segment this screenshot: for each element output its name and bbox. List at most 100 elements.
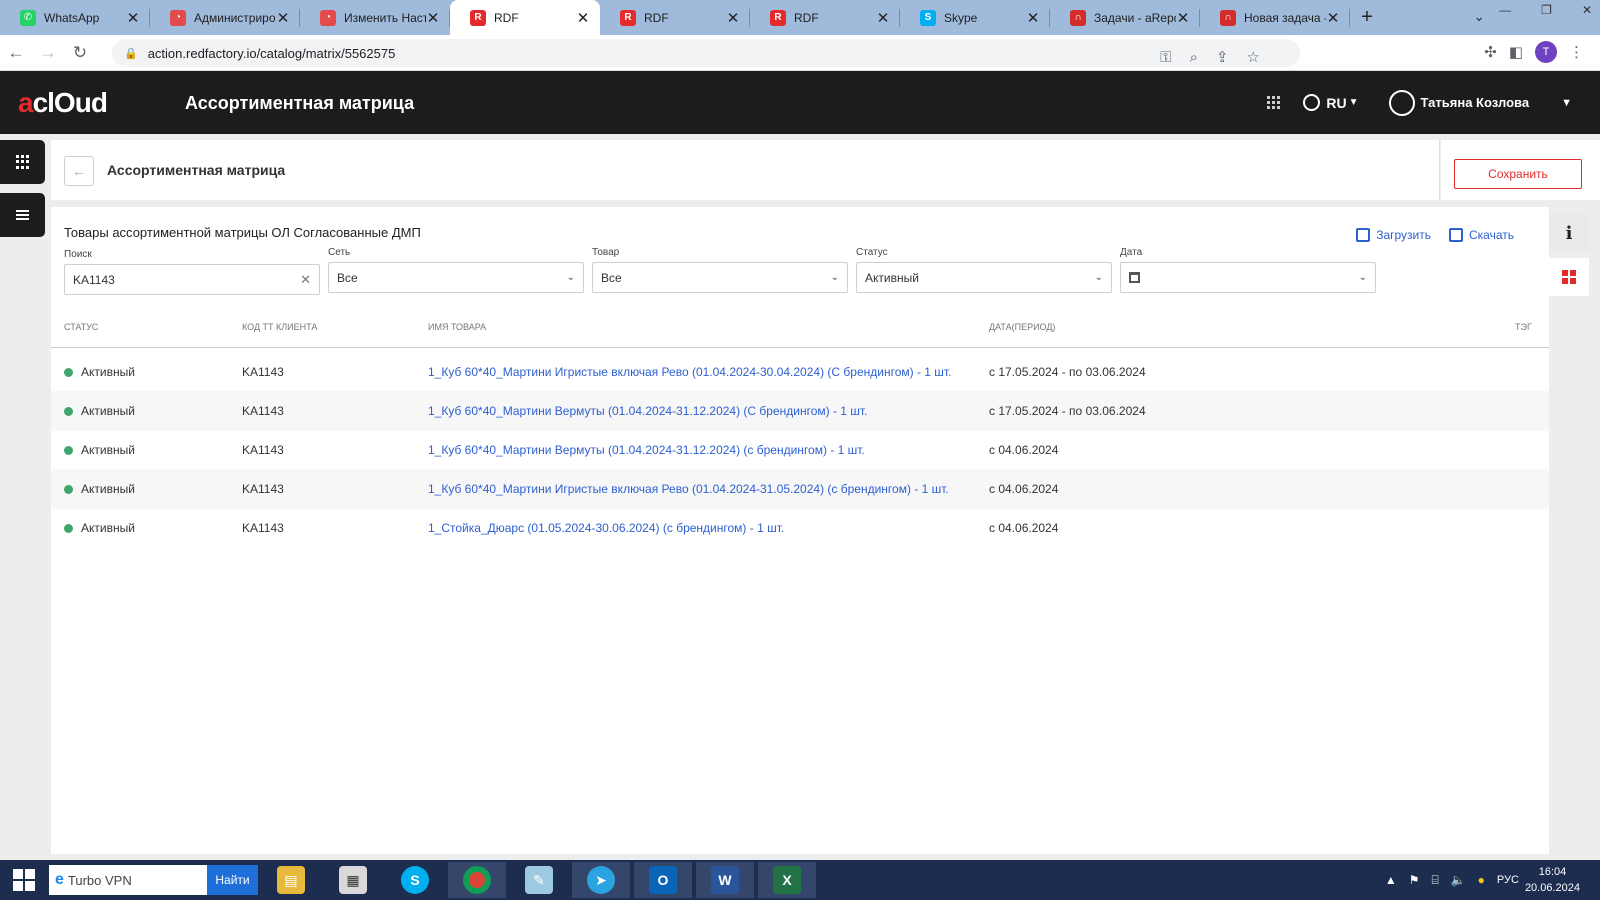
share-icon[interactable]: ⇪ [1216, 48, 1229, 66]
modules-menu-button[interactable] [0, 140, 45, 184]
info-icon[interactable]: i [1549, 214, 1589, 252]
row-product-link[interactable]: 1_Куб 60*40_Мартини Вермуты (01.04.2024-… [428, 404, 867, 418]
network-select[interactable]: Все ⌄ [328, 262, 584, 293]
row-product-link[interactable]: 1_Куб 60*40_Мартини Вермуты (01.04.2024-… [428, 443, 865, 457]
taskbar-explorer[interactable]: ▤ [262, 862, 320, 898]
vpn-tray-icon[interactable]: ● [1478, 873, 1485, 887]
browser-tab[interactable]: R RDF ✕ [450, 0, 600, 35]
restore-icon[interactable]: ❐ [1541, 0, 1552, 20]
row-date-period: с 04.06.2024 [989, 482, 1059, 496]
tab-close-icon[interactable]: ✕ [876, 9, 890, 27]
tab-close-icon[interactable]: ✕ [1026, 9, 1040, 27]
product-select[interactable]: Все ⌄ [592, 262, 848, 293]
right-side-panel: i [1549, 214, 1589, 296]
tab-close-icon[interactable]: ✕ [1326, 9, 1340, 27]
tab-title: RDF [794, 10, 819, 25]
taskbar-chrome[interactable] [448, 862, 506, 898]
taskbar-search-input[interactable]: e Turbo VPN [49, 865, 207, 895]
address-url[interactable]: action.redfactory.io/catalog/matrix/5562… [148, 46, 396, 61]
chrome-icon [463, 866, 491, 894]
taskbar-outlook[interactable]: O [634, 862, 692, 898]
taskbar-skype[interactable]: S [386, 862, 444, 898]
forward-arrow-icon[interactable]: → [32, 43, 64, 63]
network-icon[interactable]: ⌸ [1432, 873, 1439, 888]
input-language[interactable]: РУС [1497, 874, 1519, 886]
tab-close-icon[interactable]: ✕ [1176, 9, 1190, 27]
tab-favicon-icon: R [770, 9, 786, 26]
tab-title: RDF [644, 10, 669, 25]
app-title: Ассортиментная матрица [185, 93, 415, 113]
new-tab-icon[interactable]: + [1350, 0, 1384, 35]
table-row[interactable]: Активный KA1143 1_Стойка_Дюарс (01.05.2024… [51, 508, 1549, 548]
notepad-icon: ✎ [525, 866, 553, 894]
browser-tab[interactable]: R RDF ✕ [750, 0, 900, 35]
user-menu[interactable]: Татьяна Козлова ▼ [1388, 89, 1572, 116]
taskbar-telegram[interactable]: ➤ [572, 862, 630, 898]
tab-close-icon[interactable]: ✕ [726, 9, 740, 27]
reload-icon[interactable]: ↻ [64, 43, 96, 63]
col-date-period[interactable]: Дата(период) [989, 322, 1055, 332]
browser-tab[interactable]: R RDF ✕ [600, 0, 750, 35]
row-product-link[interactable]: 1_Стойка_Дюарс (01.05.2024-30.06.2024) (… [428, 521, 784, 535]
table-row[interactable]: Активный KA1143 1_Куб 60*40_Мартини Вермут… [51, 391, 1549, 431]
tab-title: Skype [944, 10, 978, 25]
save-button[interactable]: Сохранить [1454, 159, 1582, 189]
side-panel-icon[interactable]: ◧ [1509, 43, 1523, 61]
widgets-button[interactable] [1549, 258, 1589, 296]
key-icon[interactable]: ⚿ [1160, 49, 1171, 66]
taskbar-find-button[interactable]: Найти [207, 865, 258, 895]
table-row[interactable]: Активный KA1143 1_Куб 60*40_Мартини Игрист… [51, 352, 1549, 392]
bookmark-star-icon[interactable]: ☆ [1247, 48, 1260, 66]
tab-close-icon[interactable]: ✕ [426, 9, 440, 27]
col-client-code[interactable]: Код ТТ клиента [242, 322, 317, 332]
acloud-logo[interactable]: aclOud [18, 87, 108, 119]
taskbar-notepad[interactable]: ✎ [510, 862, 568, 898]
clear-icon[interactable]: ✕ [300, 272, 311, 288]
col-tag[interactable]: Тэг [1515, 322, 1532, 332]
taskbar-calculator[interactable]: ▦ [324, 862, 382, 898]
browser-tab[interactable]: S Skype ✕ [900, 0, 1050, 35]
table-row[interactable]: Активный KA1143 1_Куб 60*40_Мартини Игрист… [51, 469, 1549, 509]
browser-tab[interactable]: ◔ Администрирование✕ [150, 0, 300, 35]
network-error-icon[interactable]: ⚑ [1409, 873, 1420, 887]
tab-close-icon[interactable]: ✕ [126, 9, 140, 27]
browser-tab[interactable]: ∩ Задачи - aReport✕ [1050, 0, 1200, 35]
tab-title: Изменить Настройки [344, 10, 426, 25]
start-button[interactable] [0, 860, 48, 900]
tab-close-icon[interactable]: ✕ [576, 9, 590, 27]
apps-grid-icon[interactable] [1267, 95, 1281, 110]
close-window-icon[interactable]: ✕ [1582, 0, 1592, 20]
status-select[interactable]: Активный ⌄ [856, 262, 1112, 293]
row-product-link[interactable]: 1_Куб 60*40_Мартини Игристые включая Рев… [428, 482, 949, 496]
tab-close-icon[interactable]: ✕ [276, 9, 290, 27]
system-clock[interactable]: 16:04 20.06.2024 [1525, 864, 1580, 896]
back-button[interactable]: ← [64, 156, 94, 186]
browser-tab[interactable]: ◔ Изменить Настройки✕ [300, 0, 450, 35]
back-arrow-icon[interactable]: ← [0, 43, 32, 63]
browser-tab[interactable]: ∩ Новая задача - aReport✕ [1200, 0, 1350, 35]
col-status[interactable]: Статус [64, 322, 98, 332]
date-picker[interactable]: ⌄ [1120, 262, 1376, 293]
table-row[interactable]: Активный KA1143 1_Куб 60*40_Мартини Вермут… [51, 430, 1549, 470]
tray-expand-icon[interactable]: ▲ [1385, 873, 1397, 887]
taskbar-excel[interactable]: X [758, 862, 816, 898]
sidebar-toggle-button[interactable] [0, 193, 45, 237]
tab-search-icon[interactable]: ⌄ [1473, 8, 1485, 25]
address-bar[interactable]: 🔒 action.redfactory.io/catalog/matrix/55… [112, 39, 1300, 67]
minimize-icon[interactable]: — [1499, 0, 1511, 20]
row-date-period: с 17.05.2024 - по 03.06.2024 [989, 404, 1146, 418]
profile-avatar[interactable]: T [1535, 41, 1557, 63]
row-date-period: с 17.05.2024 - по 03.06.2024 [989, 365, 1146, 379]
language-selector[interactable]: RU ▼ [1303, 94, 1359, 111]
upload-button[interactable]: Загрузить [1356, 228, 1431, 242]
browser-menu-icon[interactable]: ⋮ [1569, 43, 1584, 61]
browser-tab[interactable]: ✆ WhatsApp ✕ [0, 0, 150, 35]
extensions-icon[interactable]: ✣ [1484, 43, 1497, 61]
taskbar-word[interactable]: W [696, 862, 754, 898]
row-product-link[interactable]: 1_Куб 60*40_Мартини Игристые включая Рев… [428, 365, 951, 379]
volume-icon[interactable]: 🔈 [1451, 873, 1466, 887]
col-product-name[interactable]: Имя товара [428, 322, 486, 332]
download-button[interactable]: Скачать [1449, 228, 1514, 242]
search-input[interactable]: KA1143 ✕ [64, 264, 320, 295]
zoom-icon[interactable]: ⌕ [1190, 49, 1198, 66]
